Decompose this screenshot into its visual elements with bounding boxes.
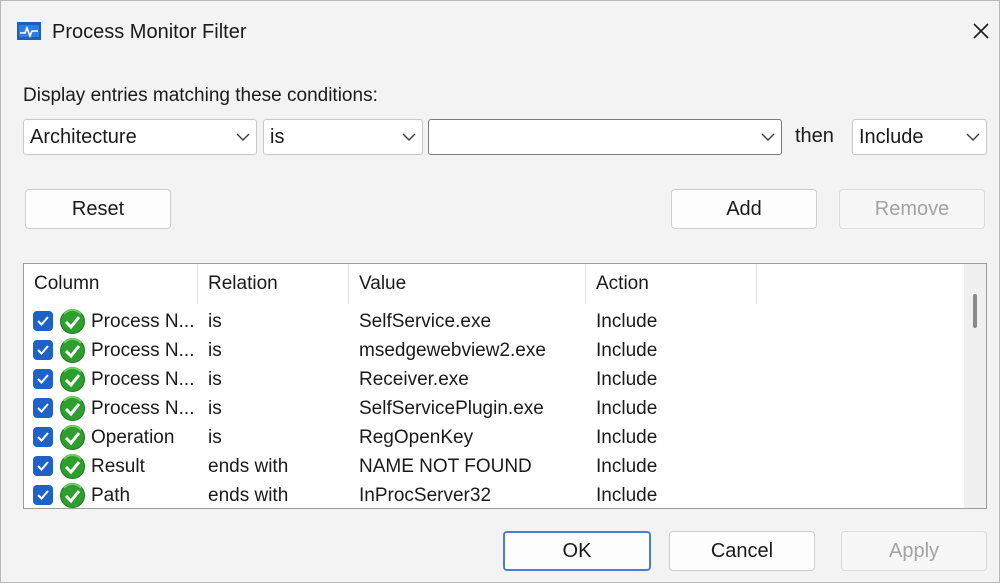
cell-action: Include — [596, 311, 658, 332]
table-body: Process N... is SelfService.exe Include Proc… — [24, 307, 959, 508]
checkbox[interactable] — [33, 340, 53, 360]
cell-value: SelfService.exe — [359, 311, 492, 332]
column-header-column[interactable]: Column — [24, 264, 198, 304]
column-header-relation[interactable]: Relation — [198, 264, 349, 304]
cell-relation: is — [208, 369, 222, 390]
chevron-down-icon — [230, 120, 256, 154]
checkbox[interactable] — [33, 398, 53, 418]
cell-value: NAME NOT FOUND — [359, 456, 532, 477]
column-select-value: Architecture — [30, 125, 137, 148]
then-label: then — [795, 125, 834, 147]
relation-select-value: is — [270, 125, 285, 148]
cell-column: Process N... — [91, 369, 195, 390]
table-header: Column Relation Value Action — [24, 264, 964, 304]
checkmark-icon — [37, 316, 49, 326]
cell-column: Result — [91, 456, 145, 477]
checkmark-icon — [37, 403, 49, 413]
cell-action: Include — [596, 340, 658, 361]
table-row[interactable]: Process N... is SelfService.exe Include — [24, 307, 959, 336]
close-icon — [973, 23, 989, 39]
checkbox[interactable] — [33, 456, 53, 476]
table-row[interactable]: Process N... is msedgewebview2.exe Include — [24, 336, 959, 365]
cell-relation: is — [208, 427, 222, 448]
reset-button[interactable]: Reset — [25, 189, 171, 229]
cell-value: InProcServer32 — [359, 485, 492, 506]
action-select[interactable]: Include — [852, 119, 987, 155]
ok-button[interactable]: OK — [503, 531, 651, 571]
cell-action: Include — [596, 456, 658, 477]
cell-column: Process N... — [91, 398, 195, 419]
remove-button[interactable]: Remove — [839, 189, 985, 229]
table-row[interactable]: Operation is RegOpenKey Include — [24, 423, 959, 452]
cell-value: msedgewebview2.exe — [359, 340, 546, 361]
window-title: Process Monitor Filter — [52, 21, 247, 43]
cell-relation: ends with — [208, 456, 289, 477]
include-ok-icon — [59, 308, 86, 335]
conditions-label: Display entries matching these condition… — [23, 85, 378, 106]
process-monitor-app-icon — [16, 20, 42, 42]
cell-action: Include — [596, 485, 658, 506]
include-ok-icon — [59, 395, 86, 422]
checkbox[interactable] — [33, 369, 53, 389]
checkbox[interactable] — [33, 311, 53, 331]
include-ok-icon — [59, 453, 86, 480]
table-row[interactable]: Process N... is Receiver.exe Include — [24, 365, 959, 394]
checkbox[interactable] — [33, 485, 53, 505]
close-button[interactable] — [963, 11, 999, 51]
table-row[interactable]: Path ends with InProcServer32 Include — [24, 481, 959, 508]
cell-action: Include — [596, 398, 658, 419]
cell-column: Process N... — [91, 340, 195, 361]
cell-relation: ends with — [208, 485, 289, 506]
add-button[interactable]: Add — [671, 189, 817, 229]
cell-column: Path — [91, 485, 131, 506]
checkmark-icon — [37, 432, 49, 442]
scrollbar-thumb[interactable] — [973, 294, 977, 328]
column-header-action[interactable]: Action — [586, 264, 757, 304]
include-ok-icon — [59, 482, 86, 508]
relation-select[interactable]: is — [263, 119, 423, 155]
cell-relation: is — [208, 398, 222, 419]
cell-action: Include — [596, 369, 658, 390]
action-select-value: Include — [859, 125, 924, 148]
cell-relation: is — [208, 340, 222, 361]
vertical-scrollbar[interactable] — [964, 264, 986, 508]
cell-relation: is — [208, 311, 222, 332]
cell-column: Process N... — [91, 311, 195, 332]
apply-button[interactable]: Apply — [841, 531, 987, 571]
include-ok-icon — [59, 337, 86, 364]
checkmark-icon — [37, 490, 49, 500]
process-monitor-filter-dialog: Process Monitor Filter Display entries m… — [0, 0, 1000, 583]
checkmark-icon — [37, 374, 49, 384]
include-ok-icon — [59, 366, 86, 393]
chevron-down-icon — [960, 120, 986, 154]
chevron-down-icon — [396, 120, 422, 154]
cell-action: Include — [596, 427, 658, 448]
cell-value: SelfServicePlugin.exe — [359, 398, 544, 419]
column-header-value[interactable]: Value — [349, 264, 586, 304]
cell-value: Receiver.exe — [359, 369, 469, 390]
table-row[interactable]: Result ends with NAME NOT FOUND Include — [24, 452, 959, 481]
checkmark-icon — [37, 461, 49, 471]
filter-table: Column Relation Value Action Process N..… — [23, 263, 987, 509]
table-row[interactable]: Process N... is SelfServicePlugin.exe Inclu… — [24, 394, 959, 423]
checkmark-icon — [37, 345, 49, 355]
chevron-down-icon — [755, 120, 781, 154]
value-combobox[interactable] — [428, 119, 782, 155]
checkbox[interactable] — [33, 427, 53, 447]
cell-value: RegOpenKey — [359, 427, 474, 448]
title-bar: Process Monitor Filter — [1, 1, 999, 59]
column-select[interactable]: Architecture — [23, 119, 257, 155]
include-ok-icon — [59, 424, 86, 451]
cell-column: Operation — [91, 427, 175, 448]
cancel-button[interactable]: Cancel — [669, 531, 815, 571]
